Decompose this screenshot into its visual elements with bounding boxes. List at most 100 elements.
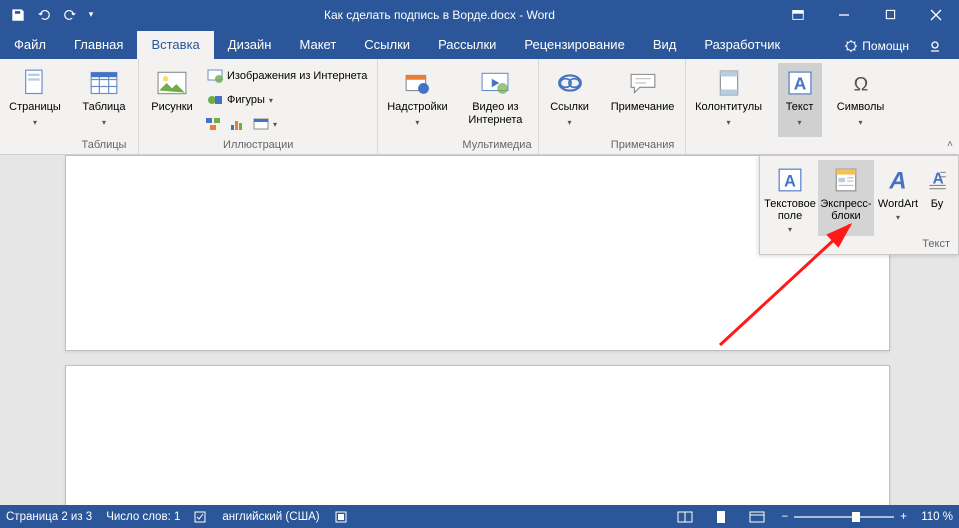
tab-file[interactable]: Файл [0, 31, 60, 59]
zoom-slider[interactable] [794, 516, 894, 518]
table-button[interactable]: Таблица ▾ [76, 63, 132, 137]
svg-text:A: A [888, 168, 906, 193]
status-macro-icon[interactable] [334, 510, 348, 524]
view-print-layout[interactable] [710, 507, 732, 527]
header-footer-button[interactable]: Колонтитулы ▾ [692, 63, 766, 137]
group-pages: Страницы ▾ [0, 59, 70, 154]
group-illustrations: Рисунки Изображения из Интернета Фигуры … [139, 59, 378, 154]
status-spellcheck[interactable] [194, 510, 208, 524]
table-icon [88, 67, 120, 99]
status-language[interactable]: английский (США) [222, 511, 319, 523]
chevron-down-icon: ▾ [415, 118, 419, 127]
group-text: A Текст ▾ [772, 59, 828, 154]
comment-button[interactable]: Примечание [607, 63, 679, 137]
ribbon-display-options-button[interactable] [775, 0, 821, 29]
online-video-button[interactable]: Видео из Интернета [462, 63, 528, 137]
wordart-label: WordArt [878, 198, 918, 210]
ribbon: Страницы ▾ Таблица ▾ Таблицы Рисунки [0, 59, 959, 155]
chart-button[interactable] [227, 113, 247, 135]
chevron-down-icon: ▾ [727, 118, 731, 127]
tab-references[interactable]: Ссылки [350, 31, 424, 59]
collapse-ribbon-button[interactable]: ˄ [947, 139, 953, 150]
tell-me-help[interactable]: Помощн [836, 35, 917, 57]
minimize-button[interactable] [821, 0, 867, 29]
tab-developer[interactable]: Разработчик [690, 31, 794, 59]
chevron-down-icon: ▾ [102, 118, 106, 127]
group-tables: Таблица ▾ Таблицы [70, 59, 139, 154]
quick-parts-label: Экспресс-блоки [818, 198, 874, 222]
zoom-in-button[interactable]: + [900, 511, 907, 523]
group-multimedia: Видео из Интернета Мультимедиа [456, 59, 538, 154]
online-pictures-icon [207, 68, 223, 84]
zoom-value[interactable]: 110 % [913, 511, 953, 523]
tab-view[interactable]: Вид [639, 31, 691, 59]
screenshot-button[interactable]: ▾ [251, 113, 279, 135]
comment-icon [627, 67, 659, 99]
view-web-layout[interactable] [746, 507, 768, 527]
redo-button[interactable] [58, 3, 82, 27]
textbox-label: Текстовое поле [762, 198, 818, 222]
online-pictures-label: Изображения из Интернета [227, 70, 367, 82]
shapes-button[interactable]: Фигуры ▾ [203, 89, 371, 111]
smartart-icon [205, 116, 221, 132]
textpanel-group-label: Текст [762, 236, 956, 252]
wordart-button[interactable]: A WordArt ▾ [874, 160, 922, 236]
tab-insert[interactable]: Вставка [137, 31, 213, 59]
tab-mailings[interactable]: Рассылки [424, 31, 510, 59]
page-2-top[interactable] [65, 365, 890, 505]
svg-text:A: A [784, 173, 796, 191]
chevron-down-icon: ▾ [33, 118, 37, 127]
document-title: Как сделать подпись в Ворде.docx - Word [104, 8, 775, 22]
quick-parts-icon [830, 164, 862, 196]
dropcap-button[interactable]: A Бу [922, 160, 952, 236]
share-button[interactable] [921, 33, 949, 59]
link-icon [554, 67, 586, 99]
tab-design[interactable]: Дизайн [214, 31, 286, 59]
text-label: Текст [786, 101, 814, 114]
textbox-icon: A [774, 164, 806, 196]
symbol-icon: Ω [845, 67, 877, 99]
smartart-button[interactable] [203, 113, 223, 135]
dropcap-icon: A [921, 164, 953, 196]
maximize-button[interactable] [867, 0, 913, 29]
tab-home[interactable]: Главная [60, 31, 137, 59]
svg-text:Ω: Ω [853, 74, 868, 95]
links-button[interactable]: Ссылки ▾ [545, 63, 595, 137]
status-page[interactable]: Страница 2 из 3 [6, 511, 92, 523]
text-button[interactable]: A Текст ▾ [778, 63, 822, 137]
tables-group-label: Таблицы [76, 137, 132, 152]
pages-label: Страницы [9, 101, 61, 114]
status-bar: Страница 2 из 3 Число слов: 1 английский… [0, 505, 959, 528]
online-video-label: Видео из Интернета [462, 101, 528, 126]
window-controls [775, 0, 959, 29]
shapes-icon [207, 92, 223, 108]
pictures-button[interactable]: Рисунки [145, 63, 199, 137]
wordart-icon: A [882, 164, 914, 196]
comment-label: Примечание [611, 101, 675, 114]
multimedia-group-label: Мультимедиа [462, 137, 531, 152]
quick-parts-button[interactable]: Экспресс-блоки ▾ [818, 160, 874, 236]
chart-icon [229, 116, 245, 132]
textbox-button[interactable]: A Текстовое поле ▾ [762, 160, 818, 236]
text-dropdown-panel: A Текстовое поле ▾ Экспресс-блоки ▾ A Wo… [759, 155, 959, 255]
undo-button[interactable] [32, 3, 56, 27]
view-read-mode[interactable] [674, 507, 696, 527]
qat-customize-button[interactable]: ▾ [84, 3, 98, 27]
chevron-down-icon: ▾ [896, 214, 900, 223]
status-word-count[interactable]: Число слов: 1 [106, 511, 180, 523]
save-button[interactable] [6, 3, 30, 27]
chevron-down-icon: ▾ [859, 118, 863, 127]
zoom-control: − + 110 % [782, 511, 953, 523]
tab-layout[interactable]: Макет [285, 31, 350, 59]
tab-review[interactable]: Рецензирование [510, 31, 638, 59]
close-button[interactable] [913, 0, 959, 29]
zoom-out-button[interactable]: − [782, 511, 789, 523]
symbols-button[interactable]: Ω Символы ▾ [834, 63, 888, 137]
pages-button[interactable]: Страницы ▾ [6, 63, 64, 137]
group-addins: Надстройки ▾ [378, 59, 456, 154]
header-footer-icon [713, 67, 745, 99]
screenshot-icon [253, 116, 269, 132]
header-footer-label: Колонтитулы [695, 101, 762, 114]
addins-button[interactable]: Надстройки ▾ [384, 63, 450, 137]
online-pictures-button[interactable]: Изображения из Интернета [203, 65, 371, 87]
